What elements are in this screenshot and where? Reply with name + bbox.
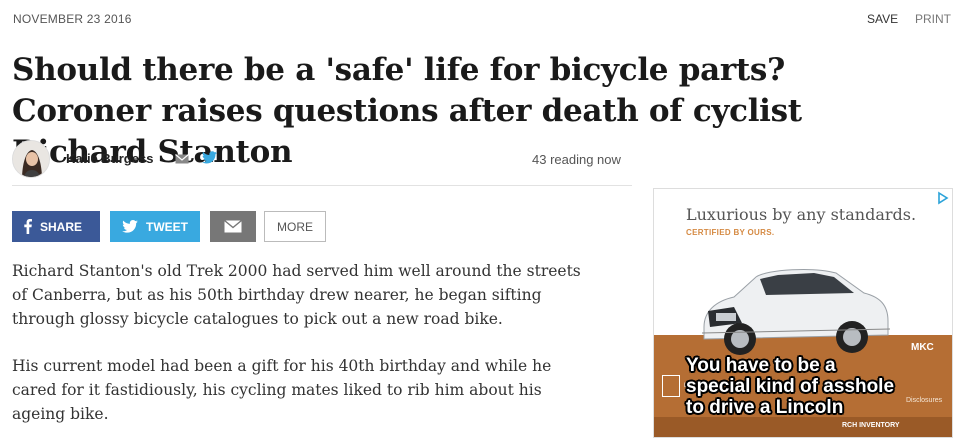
more-share-button[interactable]: MORE — [264, 211, 326, 242]
twitter-share-button[interactable]: TWEET — [110, 211, 200, 242]
facebook-share-button[interactable]: SHARE — [12, 211, 100, 242]
article-paragraph: Richard Stanton's old Trek 2000 had serv… — [12, 262, 581, 328]
ad-subheadline: CERTIFIED BY OURS. — [686, 228, 775, 237]
advertisement[interactable]: Luxurious by any standards. CERTIFIED BY… — [653, 188, 953, 438]
meme-caption-line: special kind of asshole — [686, 376, 895, 397]
ad-model-label: MKC — [911, 342, 934, 353]
article-date: NOVEMBER 23 2016 — [13, 12, 132, 26]
ad-disclosures-link[interactable]: Disclosures — [906, 397, 942, 404]
author-avatar[interactable] — [12, 140, 50, 178]
mail-icon — [224, 220, 242, 233]
top-bar: NOVEMBER 23 2016 SAVE PRINT — [0, 0, 964, 38]
twitter-share-label: TWEET — [146, 219, 188, 234]
facebook-icon — [24, 219, 32, 234]
meme-caption: You have to be a special kind of asshole… — [686, 355, 894, 418]
meme-caption-line: to drive a Lincoln — [686, 397, 844, 418]
meme-caption-line: You have to be a — [686, 355, 836, 376]
facebook-share-label: SHARE — [40, 219, 83, 234]
ad-inventory-button[interactable]: RCH INVENTORY — [842, 422, 900, 429]
car-image — [701, 269, 891, 355]
save-button[interactable]: SAVE — [867, 12, 898, 26]
lincoln-logo-icon — [662, 375, 680, 397]
author-row: Katie Burgess 43 reading now — [12, 140, 632, 186]
mail-icon[interactable] — [175, 152, 189, 164]
twitter-icon — [122, 220, 138, 233]
print-button[interactable]: PRINT — [915, 12, 951, 26]
ad-headline: Luxurious by any standards. — [686, 205, 917, 224]
adchoices-icon[interactable] — [936, 191, 950, 205]
ad-footer-bar — [654, 417, 952, 437]
reading-now-count: 43 reading now — [532, 152, 621, 167]
email-share-button[interactable] — [210, 211, 256, 242]
article-paragraph: His current model had been a gift for hi… — [12, 357, 552, 423]
author-name[interactable]: Katie Burgess — [66, 151, 153, 166]
twitter-icon[interactable] — [202, 151, 217, 165]
